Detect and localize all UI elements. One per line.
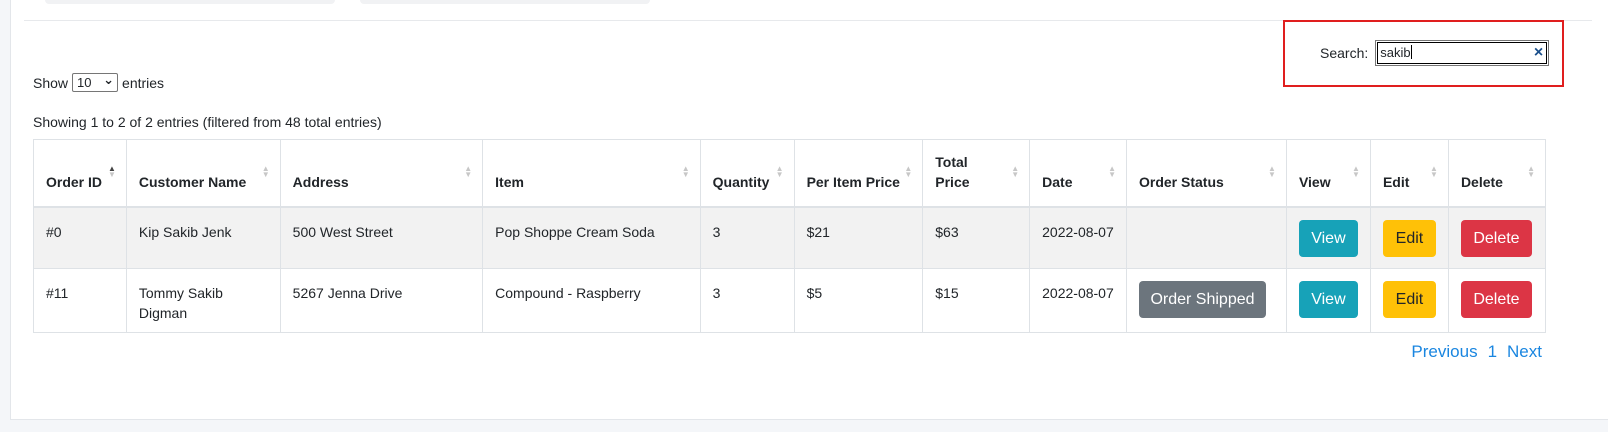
sort-icon: ▲ ▼ <box>1430 164 1438 179</box>
sort-ascending-icon: ▲ ▼ <box>107 164 116 179</box>
text-caret <box>1410 45 1412 59</box>
cell-per-item-price: $5 <box>793 268 924 333</box>
column-header-customer-name[interactable]: Customer Name ▲ ▼ <box>125 139 281 208</box>
column-header-delete[interactable]: Delete ▲ ▼ <box>1447 139 1547 208</box>
column-header-label: Order ID <box>46 173 103 190</box>
cell-quantity: 3 <box>699 206 795 269</box>
table-row: #0 Kip Sakib Jenk 500 West Street Pop Sh… <box>33 206 1547 269</box>
cell-date: 2022-08-07 <box>1029 268 1127 333</box>
orders-table: Order ID ▲ ▼ Customer Name ▲ ▼ Address ▲ ▼ Ite… <box>33 139 1547 333</box>
cell-order-status <box>1125 206 1287 269</box>
order-shipped-badge[interactable]: Order Shipped <box>1138 281 1266 318</box>
cell-address: 5267 Jenna Drive <box>279 268 484 333</box>
column-header-edit[interactable]: Edit ▲ ▼ <box>1369 139 1449 208</box>
pagination: Previous 1 Next <box>1411 342 1542 362</box>
column-header-item[interactable]: Item ▲ ▼ <box>482 139 701 208</box>
cell-edit: Edit <box>1369 268 1449 333</box>
column-header-address[interactable]: Address ▲ ▼ <box>279 139 484 208</box>
delete-button[interactable]: Delete <box>1460 219 1532 257</box>
cell-edit: Edit <box>1369 206 1449 269</box>
column-header-label: Edit <box>1382 173 1410 190</box>
header-tab-fragment <box>45 0 335 4</box>
cell-item: Pop Shoppe Cream Soda <box>482 206 701 269</box>
cell-view: View <box>1285 268 1371 333</box>
clear-search-icon[interactable]: × <box>1534 43 1543 63</box>
column-header-date[interactable]: Date ▲ ▼ <box>1029 139 1127 208</box>
search-input-value: sakib <box>1380 45 1411 60</box>
column-header-quantity[interactable]: Quantity ▲ ▼ <box>699 139 795 208</box>
column-header-per-item-price[interactable]: Per Item Price ▲ ▼ <box>793 139 924 208</box>
column-header-label: Quantity <box>712 173 770 190</box>
column-header-label: Address <box>292 173 349 190</box>
cell-delete: Delete <box>1447 206 1547 269</box>
sort-icon: ▲ ▼ <box>1352 164 1360 179</box>
cell-delete: Delete <box>1447 268 1547 333</box>
edit-button[interactable]: Edit <box>1382 219 1436 257</box>
column-header-order-id[interactable]: Order ID ▲ ▼ <box>33 139 127 208</box>
column-header-label: Total Price <box>935 153 970 190</box>
column-header-label: Delete <box>1460 173 1503 190</box>
sort-icon: ▲ ▼ <box>775 164 784 179</box>
cell-order-id: #11 <box>33 268 127 333</box>
view-button[interactable]: View <box>1298 281 1358 318</box>
sort-icon: ▲ ▼ <box>904 164 913 179</box>
edit-button[interactable]: Edit <box>1382 281 1436 318</box>
length-suffix: entries <box>122 74 165 91</box>
cell-order-id: #0 <box>33 206 127 269</box>
table-row: #11 Tommy Sakib Digman 5267 Jenna Drive … <box>33 268 1547 333</box>
page-1-link[interactable]: 1 <box>1488 342 1497 362</box>
sort-icon: ▲ ▼ <box>261 164 270 179</box>
column-header-view[interactable]: View ▲ ▼ <box>1285 139 1371 208</box>
column-header-label: Date <box>1042 173 1073 190</box>
cell-per-item-price: $21 <box>793 206 924 269</box>
sort-icon: ▲ ▼ <box>1108 164 1116 179</box>
cell-customer-name: Tommy Sakib Digman <box>125 268 281 333</box>
sort-icon: ▲ ▼ <box>464 164 473 179</box>
search-label: Search: <box>1320 45 1369 61</box>
sort-icon: ▲ ▼ <box>1268 164 1276 179</box>
column-header-label: Order Status <box>1138 173 1224 190</box>
column-header-label: View <box>1298 173 1331 190</box>
search-input[interactable]: sakib × <box>1375 40 1550 66</box>
cell-total-price: $15 <box>922 268 1031 333</box>
delete-button[interactable]: Delete <box>1460 281 1532 318</box>
table-info: Showing 1 to 2 of 2 entries (filtered fr… <box>33 114 382 130</box>
cell-customer-name: Kip Sakib Jenk <box>125 206 281 269</box>
entries-per-page-value: 10 <box>77 75 92 90</box>
sort-icon: ▲ ▼ <box>681 164 690 179</box>
column-header-label: Customer Name <box>138 173 247 190</box>
cell-order-status: Order Shipped <box>1125 268 1287 333</box>
chevron-down-icon: ⌄ <box>103 71 115 87</box>
cell-address: 500 West Street <box>279 206 484 269</box>
cell-item: Compound - Raspberry <box>482 268 701 333</box>
header-tab-fragment <box>360 0 650 4</box>
cell-total-price: $63 <box>922 206 1031 269</box>
table-search: Search: sakib × <box>1320 40 1550 66</box>
length-prefix: Show <box>33 74 69 91</box>
sort-icon: ▲ ▼ <box>1011 164 1020 179</box>
view-button[interactable]: View <box>1298 219 1358 257</box>
column-header-label: Item <box>495 173 524 190</box>
entries-length-control: Show 10 ⌄ entries <box>33 73 164 92</box>
table-header-row: Order ID ▲ ▼ Customer Name ▲ ▼ Address ▲ ▼ Ite… <box>33 139 1547 208</box>
entries-per-page-select[interactable]: 10 ⌄ <box>72 71 119 92</box>
cell-view: View <box>1285 206 1371 269</box>
cell-date: 2022-08-07 <box>1029 206 1127 269</box>
column-header-total-price[interactable]: Total Price ▲ ▼ <box>922 139 1031 208</box>
previous-page-link[interactable]: Previous <box>1411 342 1477 362</box>
column-header-order-status[interactable]: Order Status ▲ ▼ <box>1125 139 1287 208</box>
next-page-link[interactable]: Next <box>1507 342 1542 362</box>
sort-icon: ▲ ▼ <box>1527 164 1535 179</box>
column-header-label: Per Item Price <box>806 173 900 190</box>
cell-quantity: 3 <box>699 268 795 333</box>
